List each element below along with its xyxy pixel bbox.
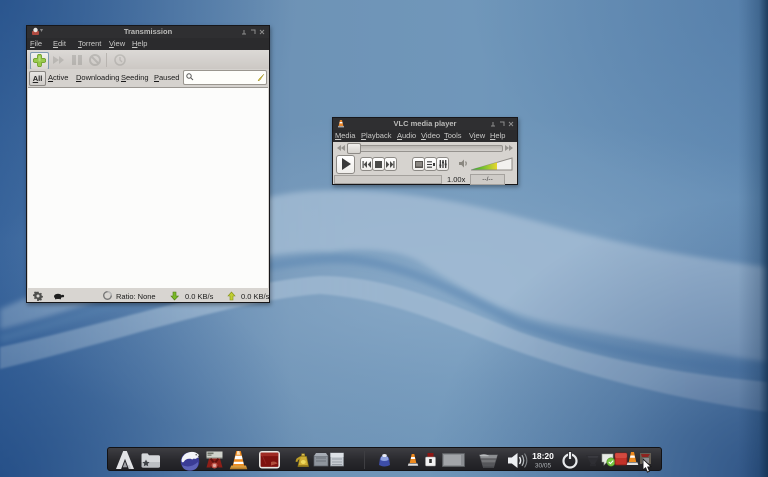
svg-text:18:20: 18:20	[532, 451, 554, 461]
svg-text:30/05: 30/05	[535, 463, 552, 470]
